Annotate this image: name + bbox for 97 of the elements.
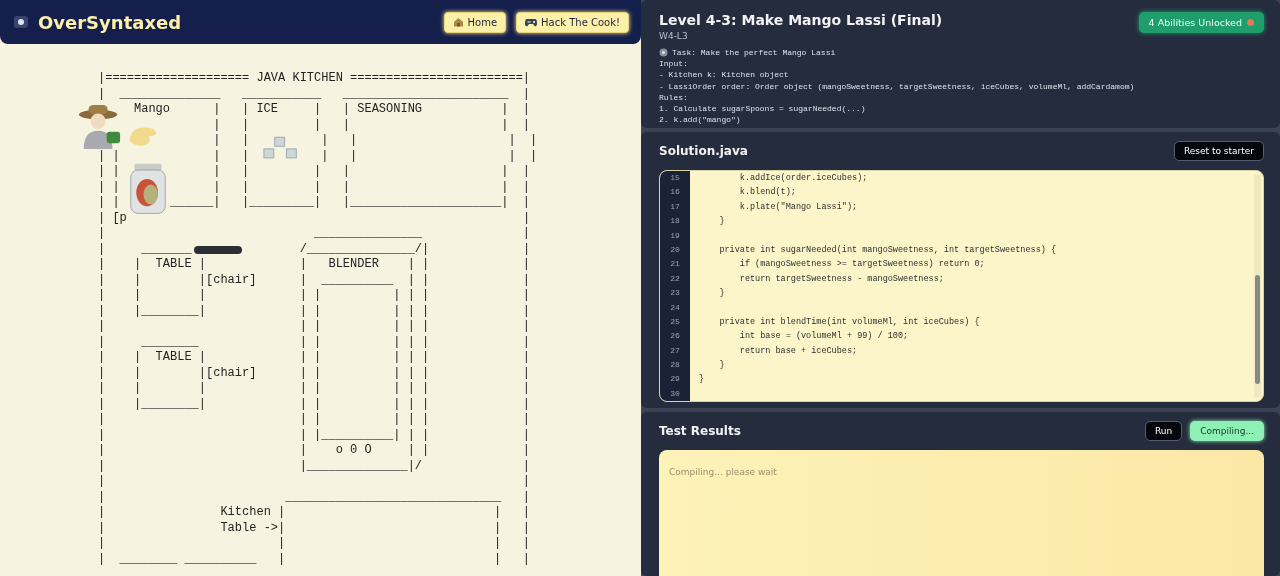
ascii-art-text: | | o 0 O | | | <box>98 443 531 459</box>
line-number: 16 <box>669 186 681 199</box>
level-title: Level 4-3: Make Mango Lassi (Final) <box>659 12 943 28</box>
ascii-art-text: | | | | | | <box>213 164 531 180</box>
ascii-art-text: | | <box>98 195 120 211</box>
ascii-art-text: | | <box>98 164 120 180</box>
task-line: 1. Calculate sugarSpoons = sugarNeeded(...) <box>659 103 867 115</box>
ascii-art-text: | [p <box>98 210 127 226</box>
task-line: Rules: <box>659 91 689 103</box>
file-name: Solution.java <box>659 144 748 158</box>
chat-logo-icon <box>14 15 28 29</box>
ascii-art-text: | ________ __________ | | | <box>98 551 531 567</box>
line-number: 27 <box>669 344 681 357</box>
ascii-art-text: | | | | <box>321 133 538 149</box>
ascii-art-text: | | | | <box>98 536 531 552</box>
code-line: return base + iceCubes; <box>738 344 859 358</box>
task-line: Input: <box>659 58 689 70</box>
ascii-art-text: /_______________/| | <box>299 241 531 257</box>
ascii-art-text: | Kitchen | | | <box>98 505 531 521</box>
task-line: - LassiOrder order: Order object (mangoSweetness, targetSweetness, iceCubes, volumeMl, addCardamom) <box>659 80 1136 92</box>
ascii-art-text: | | <box>213 133 250 149</box>
ascii-art-text: | ________ | | | | | | <box>98 334 531 350</box>
ascii-art-text: | | | | | | | | | <box>98 288 531 304</box>
line-number: 20 <box>669 243 681 256</box>
tooltip-pill <box>194 246 242 254</box>
ascii-art-text: | | <box>98 474 531 490</box>
compile-button[interactable]: Compiling... <box>1190 421 1264 441</box>
code-line: return targetSweetness - mangoSweetness; <box>738 272 945 286</box>
ascii-art-text: | | | | | | | | | <box>98 381 531 397</box>
ascii-art-text: ______| |_________| |_____________________| | <box>170 195 531 211</box>
ascii-art-text: | | |[chair] | | | | | | <box>98 365 531 381</box>
line-number: 28 <box>669 359 681 372</box>
line-number: 18 <box>669 215 681 228</box>
code-line: } <box>698 373 706 387</box>
nav-button[interactable]: Hack The Cook! <box>516 11 629 33</box>
code-editor[interactable] <box>659 170 1264 402</box>
app-logo: OverSyntaxed <box>38 11 183 33</box>
code-line: int base = (volumeMl + 99) / 100; <box>738 330 910 344</box>
line-number: 25 <box>669 315 681 328</box>
output-text: Compiling... please wait <box>669 467 777 477</box>
ascii-art-text: | <box>522 210 531 226</box>
code-line: private int sugarNeeded(int mangoSweetness, int targetSweetness) { <box>718 243 1057 257</box>
ascii-art-text: | |______________|/ | <box>98 458 531 474</box>
ascii-art-text: | | | | | | <box>213 179 531 195</box>
ascii-art-text: | ______________________________ | <box>98 489 531 505</box>
ascii-art-text: | | |__________| | | | <box>98 427 531 443</box>
line-number: 30 <box>669 387 681 400</box>
code-line: } <box>718 287 726 301</box>
ascii-art-text: | |________| | | | | | | <box>98 303 531 319</box>
code-line: } <box>718 215 726 229</box>
task-line: - Kitchen k: Kitchen object <box>659 69 790 81</box>
line-number: 21 <box>669 258 681 271</box>
ascii-art-text: | | | | | | | <box>98 319 531 335</box>
run-button[interactable]: Run <box>1144 421 1183 441</box>
line-number: 24 <box>669 301 681 314</box>
code-line: k.addIce(order.iceCubes); <box>738 172 869 185</box>
ascii-art-text: | | | | | | <box>213 117 531 133</box>
target-icon <box>659 48 668 58</box>
line-number: 15 <box>669 172 681 184</box>
line-number: 29 <box>669 373 681 386</box>
panel-title: Test Results <box>659 424 742 438</box>
ascii-art-text: |==================== JAVA KITCHEN ========================| <box>98 71 531 87</box>
ascii-art-text: | | <box>98 179 120 195</box>
code-line: private int blendTime(int volumeMl, int iceCubes) { <box>718 315 981 329</box>
ascii-art-text: | | TABLE | | | | | | | <box>98 350 531 366</box>
nav-button[interactable]: Home <box>443 11 507 33</box>
line-number: 23 <box>669 287 681 300</box>
code-line: k.blend(t); <box>738 186 797 200</box>
code-line: k.plate("Mango Lassi"); <box>738 200 859 214</box>
ascii-art-text: | | <box>213 148 250 164</box>
code-line: } <box>718 359 726 373</box>
ice-cubes-icon <box>263 136 299 160</box>
house-icon <box>452 17 464 27</box>
ascii-art-text: | | |[chair] | __________ | | | <box>98 272 531 288</box>
ascii-art-text: | | | | <box>321 148 538 164</box>
ascii-art-text: Mango | | ICE | | SEASONING | | <box>134 102 531 118</box>
line-number: 17 <box>669 200 681 213</box>
level-code: W4-L3 <box>659 31 689 41</box>
ascii-art-text: | | TABLE | | BLENDER | | | <box>98 257 531 273</box>
ascii-art-text: | _______________ | <box>98 226 531 242</box>
ascii-art-text: | | <box>98 148 120 164</box>
ascii-art-text: | Table ->| | | <box>98 520 531 536</box>
gamepad-icon <box>525 17 538 27</box>
line-number: 26 <box>669 330 681 343</box>
line-number: 22 <box>669 272 681 285</box>
line-number: 19 <box>669 229 681 242</box>
code-line: if (mangoSweetness >= targetSweetness) return 0; <box>738 258 986 272</box>
scrollbar[interactable] <box>1254 175 1261 397</box>
ascii-art-text: | |________| | | | | | | <box>98 396 531 412</box>
jar-with-mango-icon <box>129 162 167 216</box>
ascii-art-text: | ______________ ___________ _______________________ | <box>98 86 531 102</box>
task-line: 2. k.add("mango") <box>659 114 742 126</box>
ascii-art-text: | | | | | | | <box>98 412 531 428</box>
ascii-art-text: | _______ <box>98 241 192 257</box>
task-heading: Task: Make the perfect Mango Lassi <box>672 47 836 59</box>
person-with-hat-icon <box>78 103 122 149</box>
reset-button[interactable]: Reset to starter <box>1173 141 1264 161</box>
